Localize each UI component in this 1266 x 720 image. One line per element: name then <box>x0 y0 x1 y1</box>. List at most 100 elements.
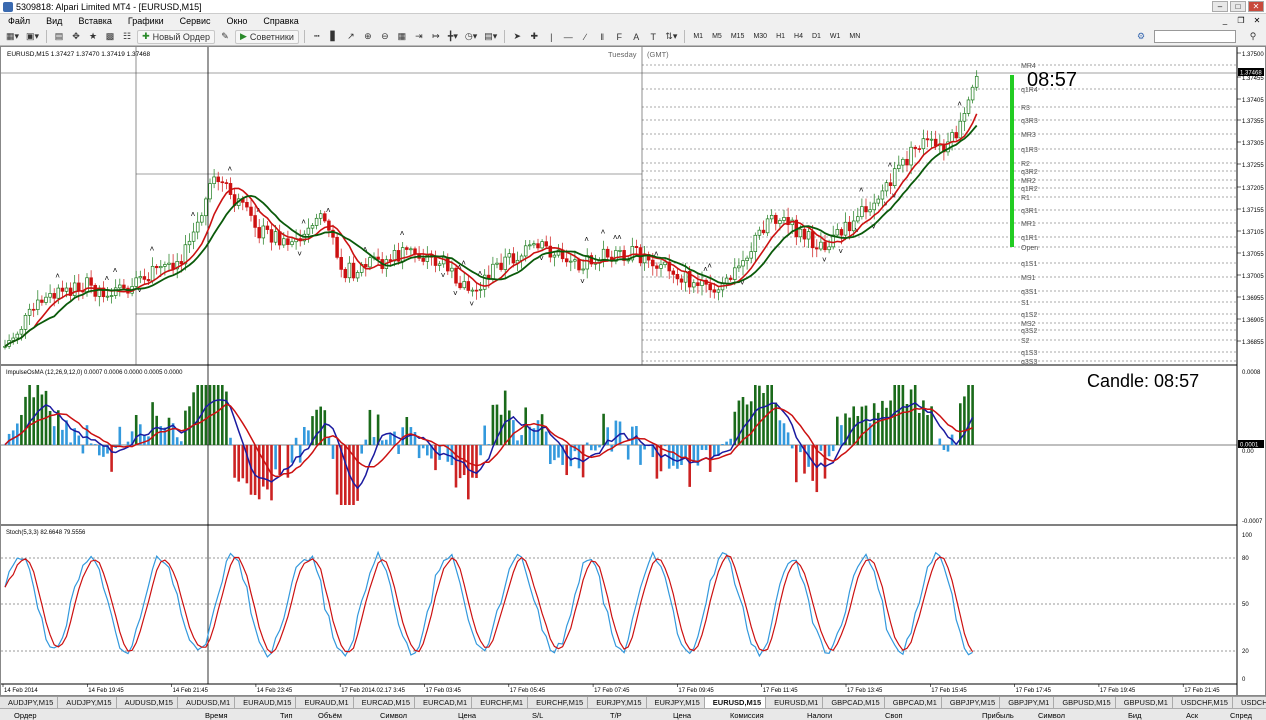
terminal-column-header[interactable]: Объём <box>318 711 342 720</box>
chart-tab[interactable]: EURCHF,M1 <box>472 697 529 708</box>
data-window-icon[interactable]: ✥ <box>69 30 83 44</box>
trendline-icon[interactable]: ∕ <box>578 30 592 44</box>
candle-chart-icon[interactable]: ▋ <box>327 30 341 44</box>
terminal-column-header[interactable]: T/P <box>610 711 622 720</box>
terminal-column-header[interactable]: Прибыль <box>982 711 1014 720</box>
time-tick-label: 17 Feb 11:45 <box>763 688 799 694</box>
tile-icon[interactable]: ▦ <box>395 30 409 44</box>
new-chart-icon[interactable]: ▦▾ <box>4 30 21 44</box>
tester-icon[interactable]: ☷ <box>120 30 134 44</box>
chart-tab[interactable]: GBPUSD,M15 <box>1054 697 1116 708</box>
autoscroll-icon[interactable]: ⇥ <box>412 30 426 44</box>
chart-tab[interactable]: GBPJPY,M1 <box>1000 697 1055 708</box>
close-button[interactable]: ✕ <box>1248 1 1264 12</box>
cursor-icon[interactable]: ➤ <box>510 30 524 44</box>
terminal-column-header[interactable]: Тип <box>280 711 293 720</box>
terminal-column-header[interactable]: Ордер <box>14 711 37 720</box>
menu-file[interactable]: Файл <box>0 16 38 26</box>
chart-tab[interactable]: EURJPY,M15 <box>588 697 647 708</box>
search-icon[interactable]: ⚲ <box>1246 30 1260 44</box>
fibo-icon[interactable]: F <box>612 30 626 44</box>
chart-canvas[interactable]: MR4q1R4R3q3R3MR3q1R3R2q3R2MR2q1R2R1q3R1M… <box>1 47 1265 695</box>
menu-charts[interactable]: Графики <box>120 16 172 26</box>
chart-tab[interactable]: AUDJPY,M15 <box>58 697 117 708</box>
menu-tools[interactable]: Сервис <box>172 16 219 26</box>
zoom-in-icon[interactable]: ⊕ <box>361 30 375 44</box>
chart-tab[interactable]: USDCHF,M15 <box>1173 697 1233 708</box>
candle-body <box>634 246 639 248</box>
minimize-button[interactable]: – <box>1212 1 1228 12</box>
chart-tab[interactable]: USDCHF,M1 <box>1233 697 1266 708</box>
terminal-column-header[interactable]: S/L <box>532 711 543 720</box>
menu-window[interactable]: Окно <box>219 16 256 26</box>
terminal-column-header[interactable]: Время <box>205 711 228 720</box>
terminal-column-header[interactable]: Спред <box>1230 711 1252 720</box>
terminal-column-header[interactable]: Цена <box>458 711 476 720</box>
chart-tab[interactable]: EURCAD,M1 <box>415 697 473 708</box>
terminal-column-header[interactable]: Символ <box>1038 711 1065 720</box>
text-icon[interactable]: A <box>629 30 643 44</box>
chart-tab[interactable]: EURUSD,M1 <box>766 697 824 708</box>
arrows-icon[interactable]: ⇅▾ <box>663 30 679 44</box>
terminal-column-header[interactable]: Аск <box>1186 711 1198 720</box>
chart-tab[interactable]: AUDUSD,M15 <box>117 697 178 708</box>
settings-gear-icon[interactable]: ⚙ <box>1134 30 1148 44</box>
crosshair-icon[interactable]: ✚ <box>527 30 541 44</box>
terminal-column-header[interactable]: Цена <box>673 711 691 720</box>
metaeditor-icon[interactable]: ✎ <box>218 30 232 44</box>
chart-tab[interactable]: GBPCAD,M1 <box>885 697 942 708</box>
tf-h1-button[interactable]: H1 <box>773 33 788 40</box>
profiles-icon[interactable]: ▣▾ <box>24 30 41 44</box>
tf-m5-button[interactable]: M5 <box>709 33 725 40</box>
chart-window[interactable]: MR4 q1R4 R3 q3R3 MR3 q1R3 R2 q3R2 MR2 q1R2 R1 q3R1 M… <box>0 46 1266 696</box>
tf-h4-button[interactable]: H4 <box>791 33 806 40</box>
chart-tab[interactable]: EURUSD,M15 <box>704 697 767 708</box>
channel-icon[interactable]: ‖ <box>595 30 609 44</box>
tf-m1-button[interactable]: M1 <box>690 33 706 40</box>
chart-tab[interactable]: GBPUSD,M1 <box>1116 697 1173 708</box>
label-icon[interactable]: T <box>646 30 660 44</box>
menu-insert[interactable]: Вставка <box>70 16 119 26</box>
chart-tab[interactable]: EURJPY,M15 <box>647 697 705 708</box>
terminal-column-header[interactable]: Комиссия <box>730 711 764 720</box>
mdi-close-button[interactable]: ✕ <box>1250 15 1264 26</box>
mdi-restore-button[interactable]: ❐ <box>1234 15 1248 26</box>
chart-tab[interactable]: GBPCAD,M15 <box>823 697 885 708</box>
tf-d1-button[interactable]: D1 <box>809 33 824 40</box>
candle-body <box>261 225 266 239</box>
navigator-icon[interactable]: ★ <box>86 30 100 44</box>
mdi-minimize-button[interactable]: _ <box>1218 15 1232 26</box>
chart-tab[interactable]: GBPJPY,M15 <box>942 697 1001 708</box>
terminal-icon[interactable]: ▩ <box>103 30 117 44</box>
periods-icon[interactable]: ◷▾ <box>463 30 479 44</box>
market-watch-icon[interactable]: ▤ <box>52 30 66 44</box>
tf-mn-button[interactable]: MN <box>846 33 863 40</box>
bar-chart-icon[interactable]: ┅ <box>310 30 324 44</box>
indicators-icon[interactable]: ╋▾ <box>446 30 460 44</box>
terminal-column-header[interactable]: Налоги <box>807 711 832 720</box>
chart-tab[interactable]: AUDUSD,M1 <box>178 697 236 708</box>
chart-tab[interactable]: EURCAD,M15 <box>354 697 415 708</box>
chart-tab[interactable]: EURAUD,M15 <box>235 697 297 708</box>
line-chart-icon[interactable]: ↗ <box>344 30 358 44</box>
menu-help[interactable]: Справка <box>255 16 306 26</box>
terminal-column-header[interactable]: Символ <box>380 711 407 720</box>
chart-tab[interactable]: AUDJPY,M15 <box>0 697 59 708</box>
tf-w1-button[interactable]: W1 <box>827 33 844 40</box>
chart-shift-icon[interactable]: ↦ <box>429 30 443 44</box>
zoom-out-icon[interactable]: ⊖ <box>378 30 392 44</box>
new-order-button[interactable]: ✚ Новый Ордер <box>137 29 215 44</box>
expert-advisors-button[interactable]: ▶ Советники <box>234 29 299 44</box>
search-input[interactable] <box>1154 30 1236 43</box>
tf-m30-button[interactable]: M30 <box>750 33 770 40</box>
chart-tab[interactable]: EURCHF,M15 <box>528 697 589 708</box>
templates-icon[interactable]: ▤▾ <box>482 30 499 44</box>
terminal-column-header[interactable]: Бид <box>1128 711 1142 720</box>
tf-m15-button[interactable]: M15 <box>728 33 748 40</box>
menu-view[interactable]: Вид <box>38 16 70 26</box>
terminal-column-header[interactable]: Своп <box>885 711 903 720</box>
vline-icon[interactable]: | <box>544 30 558 44</box>
hline-icon[interactable]: — <box>561 30 575 44</box>
maximize-button[interactable]: □ <box>1230 1 1246 12</box>
chart-tab[interactable]: EURAUD,M1 <box>296 697 354 708</box>
